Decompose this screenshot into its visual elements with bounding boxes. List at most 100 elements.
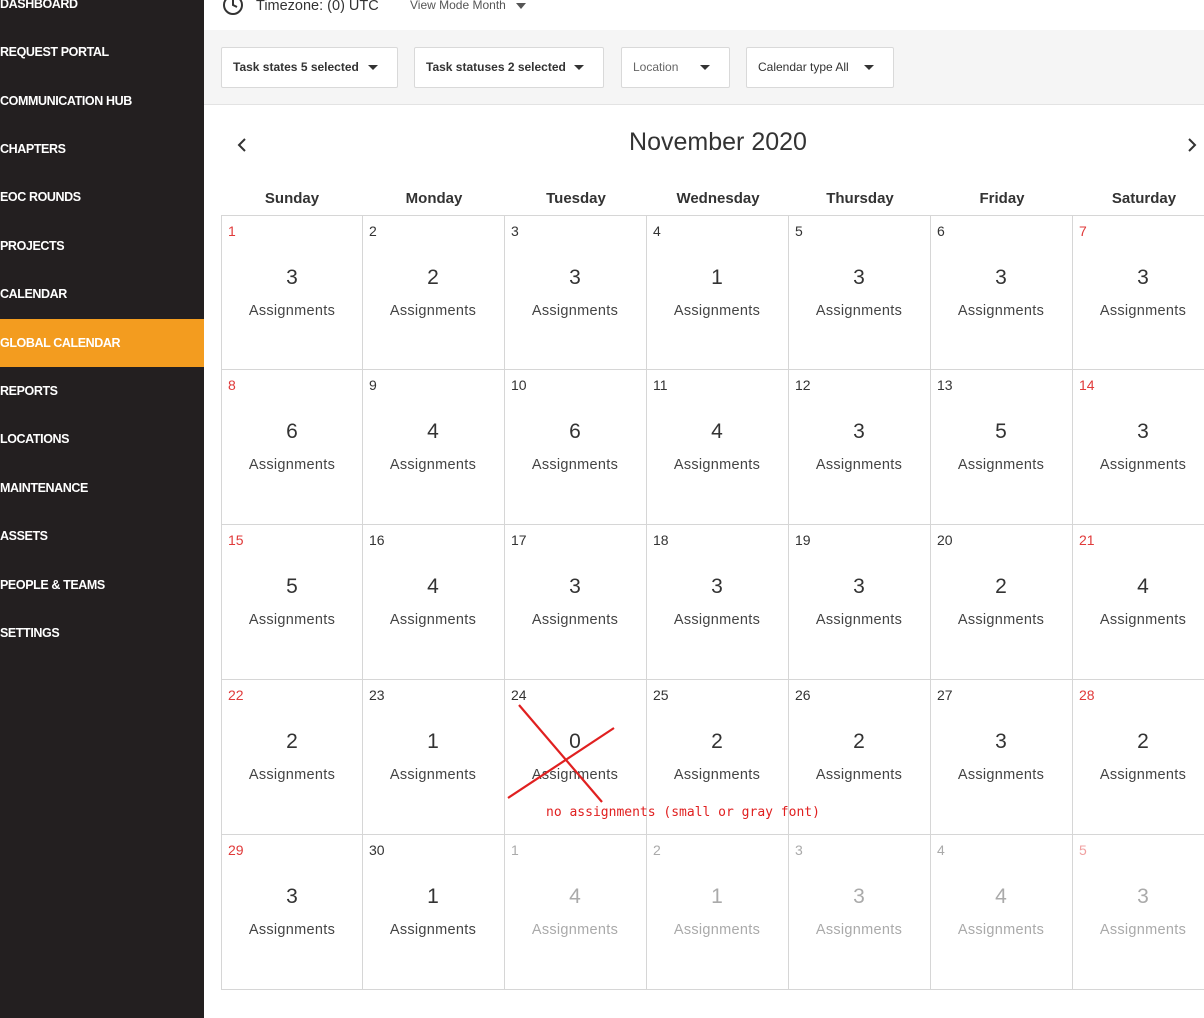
assignments-label: Assignments (957, 767, 1045, 783)
calendar-day-cell[interactable]: 20 2 Assignments (931, 525, 1073, 680)
sidebar-item-settings[interactable]: SETTINGS (0, 609, 204, 657)
day-number: 1 (511, 842, 519, 858)
day-number: 6 (937, 223, 945, 239)
weekday-header: Sunday (264, 190, 320, 207)
assignment-count: 4 (427, 575, 439, 598)
main-content: Timezone: (0) UTC View Mode Month Task s… (204, 0, 1204, 1018)
calendar-day-cell[interactable]: 5 3 Assignments (789, 215, 931, 370)
assignment-count: 4 (569, 885, 581, 908)
calendar-day-cell[interactable]: 3 3 Assignments (505, 215, 647, 370)
calendar-day-cell[interactable]: 13 5 Assignments (931, 370, 1073, 525)
day-number: 17 (511, 532, 527, 548)
assignment-count: 4 (1137, 575, 1149, 598)
assignment-count: 6 (286, 420, 298, 443)
sidebar-item-calendar[interactable]: CALENDAR (0, 270, 204, 318)
sidebar-item-locations[interactable]: LOCATIONS (0, 415, 204, 463)
day-number: 9 (369, 377, 377, 393)
assignments-label: Assignments (531, 303, 619, 319)
assignment-count: 3 (569, 266, 581, 289)
day-number: 18 (653, 532, 669, 548)
clock-icon (223, 0, 243, 15)
assignment-count: 1 (711, 266, 723, 289)
calendar-day-cell[interactable]: 21 4 Assignments (1073, 525, 1204, 680)
assignments-label: Assignments (389, 303, 477, 319)
calendar-day-cell[interactable]: 4 4 Assignments (931, 835, 1073, 990)
calendar-day-cell[interactable]: 1 4 Assignments (505, 835, 647, 990)
assignments-label: Assignments (673, 612, 761, 628)
calendar-day-cell[interactable]: 4 1 Assignments (647, 215, 789, 370)
assignment-count: 2 (286, 730, 298, 753)
assignments-label: Assignments (815, 612, 903, 628)
sidebar-item-reports[interactable]: REPORTS (0, 367, 204, 415)
task-states-filter[interactable]: Task states 5 selected (221, 47, 398, 88)
sidebar-item-request-portal[interactable]: REQUEST PORTAL (0, 28, 204, 76)
assignment-count: 3 (286, 266, 298, 289)
sidebar-item-people-teams[interactable]: PEOPLE & TEAMS (0, 561, 204, 609)
assignment-count: 4 (995, 885, 1007, 908)
calendar-day-cell[interactable]: 16 4 Assignments (363, 525, 505, 680)
location-filter[interactable]: Location (621, 47, 730, 88)
sidebar-item-assets[interactable]: ASSETS (0, 512, 204, 560)
assignment-count: 1 (427, 885, 439, 908)
day-number: 20 (937, 532, 953, 548)
calendar-day-cell[interactable]: 1 3 Assignments (221, 215, 363, 370)
assignment-count: 3 (853, 266, 865, 289)
calendar-day-cell[interactable]: 28 2 Assignments (1073, 680, 1204, 835)
calendar-day-cell[interactable]: 18 3 Assignments (647, 525, 789, 680)
sidebar-item-chapters[interactable]: CHAPTERS (0, 125, 204, 173)
calendar-day-cell[interactable]: 22 2 Assignments (221, 680, 363, 835)
day-number: 25 (653, 687, 669, 703)
calendar-day-cell[interactable]: 19 3 Assignments (789, 525, 931, 680)
assignment-count: 6 (569, 420, 581, 443)
calendar-day-cell[interactable]: 30 1 Assignments (363, 835, 505, 990)
calendar-day-cell[interactable]: 7 3 Assignments (1073, 215, 1204, 370)
day-number: 22 (228, 687, 244, 703)
assignments-label: Assignments (1099, 612, 1187, 628)
task-statuses-filter[interactable]: Task statuses 2 selected (414, 47, 604, 88)
assignments-label: Assignments (673, 457, 761, 473)
calendar-type-filter[interactable]: Calendar type All (746, 47, 894, 88)
sidebar-item-global-calendar[interactable]: GLOBAL CALENDAR (0, 319, 204, 367)
assignments-label: Assignments (389, 457, 477, 473)
assignments-label: Assignments (673, 922, 761, 938)
calendar-day-cell[interactable]: 10 6 Assignments (505, 370, 647, 525)
assignments-label: Assignments (389, 767, 477, 783)
assignments-label: Assignments (531, 457, 619, 473)
calendar-day-cell[interactable]: 2 1 Assignments (647, 835, 789, 990)
calendar-day-cell[interactable]: 14 3 Assignments (1073, 370, 1204, 525)
assignment-count: 3 (995, 266, 1007, 289)
sidebar-item-maintenance[interactable]: MAINTENANCE (0, 464, 204, 512)
sidebar-item-eoc-rounds[interactable]: EOC ROUNDS (0, 173, 204, 221)
annotation-note: no assignments (small or gray font) (546, 805, 820, 820)
sidebar-item-projects[interactable]: PROJECTS (0, 222, 204, 270)
calendar-day-cell[interactable]: 3 3 Assignments (789, 835, 931, 990)
sidebar-item-dashboard[interactable]: DASHBOARD (0, 0, 204, 28)
calendar-day-cell[interactable]: 27 3 Assignments (931, 680, 1073, 835)
calendar-day-cell[interactable]: 23 1 Assignments (363, 680, 505, 835)
assignment-count: 1 (427, 730, 439, 753)
day-number: 13 (937, 377, 953, 393)
day-number: 23 (369, 687, 385, 703)
sidebar-item-communication-hub[interactable]: COMMUNICATION HUB (0, 77, 204, 125)
calendar-day-cell[interactable]: 12 3 Assignments (789, 370, 931, 525)
assignments-label: Assignments (1099, 457, 1187, 473)
calendar-day-cell[interactable]: 11 4 Assignments (647, 370, 789, 525)
calendar-day-cell[interactable]: 8 6 Assignments (221, 370, 363, 525)
assignment-count: 3 (853, 420, 865, 443)
chevron-down-icon (368, 65, 378, 70)
next-month-button[interactable] (1182, 134, 1202, 156)
calendar-day-cell[interactable]: 17 3 Assignments (505, 525, 647, 680)
view-mode-dropdown[interactable]: View Mode Month (410, 0, 526, 12)
day-number: 2 (653, 842, 661, 858)
day-number: 5 (795, 223, 803, 239)
chevron-down-icon (515, 2, 526, 9)
day-number: 19 (795, 532, 811, 548)
calendar-day-cell[interactable]: 6 3 Assignments (931, 215, 1073, 370)
assignment-count: 3 (853, 885, 865, 908)
calendar-day-cell[interactable]: 5 3 Assignments (1073, 835, 1204, 990)
calendar-day-cell[interactable]: 15 5 Assignments (221, 525, 363, 680)
calendar-day-cell[interactable]: 9 4 Assignments (363, 370, 505, 525)
calendar-day-cell[interactable]: 29 3 Assignments (221, 835, 363, 990)
calendar-day-cell[interactable]: 2 2 Assignments (363, 215, 505, 370)
assignment-count: 3 (1137, 420, 1149, 443)
